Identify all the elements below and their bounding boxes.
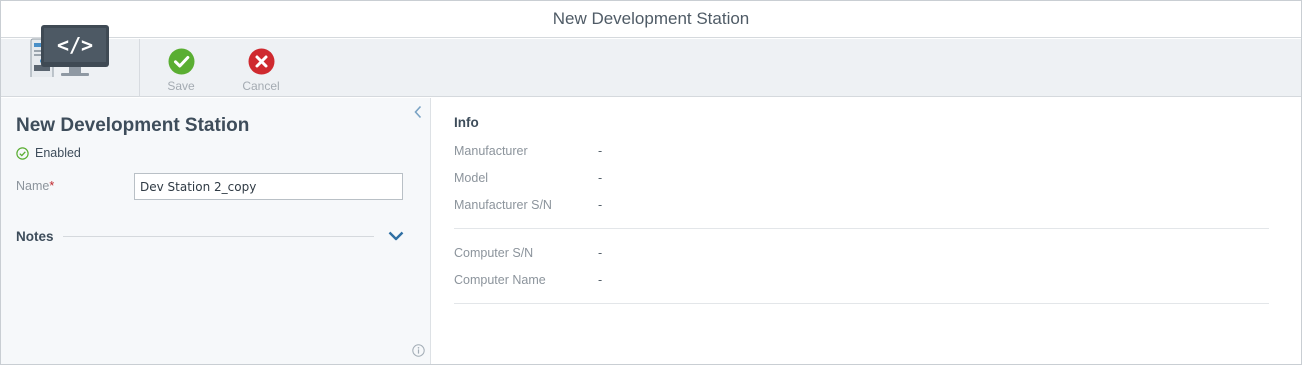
cancel-button[interactable]: Cancel	[231, 48, 291, 93]
status-text: Enabled	[35, 146, 81, 160]
x-circle-icon	[248, 48, 274, 75]
toolbar: </> Save Cancel	[1, 25, 1301, 97]
required-marker: *	[49, 179, 55, 193]
svg-text:</>: </>	[57, 33, 93, 57]
check-circle-outline-icon	[16, 146, 29, 160]
field-label: Manufacturer	[454, 144, 528, 158]
name-label: Name*	[16, 179, 54, 193]
field-label: Manufacturer S/N	[454, 198, 552, 212]
check-circle-icon	[168, 48, 194, 75]
field-value: -	[598, 144, 603, 158]
field-value: -	[598, 273, 603, 287]
window-title: New Development Station	[552, 9, 750, 28]
info-icon[interactable]	[412, 344, 425, 357]
notes-divider	[62, 235, 374, 237]
field-label: Model	[454, 171, 489, 185]
dev-station-icon: </>	[30, 25, 109, 77]
entity-title: New Development Station	[16, 115, 250, 136]
save-label: Save	[167, 79, 195, 93]
info-divider	[454, 228, 1269, 229]
chevron-left-icon[interactable]	[413, 105, 423, 119]
field-value: -	[598, 198, 603, 212]
name-input[interactable]	[134, 173, 403, 200]
field-label: Computer S/N	[454, 246, 534, 260]
details-panel: New Development Station Enabled Name* No…	[1, 98, 431, 364]
field-label: Computer Name	[454, 273, 546, 287]
notes-label: Notes	[16, 228, 54, 244]
chevron-down-icon[interactable]	[388, 231, 404, 241]
logo-area: </>	[1, 25, 140, 97]
info-panel: Info Manufacturer - Model - Manufacturer…	[432, 98, 1301, 364]
status-indicator: Enabled	[16, 146, 81, 160]
name-label-text: Name	[16, 179, 50, 193]
info-title: Info	[454, 115, 479, 130]
cancel-label: Cancel	[242, 79, 280, 93]
title-bar: New Development Station	[1, 1, 1301, 38]
field-value: -	[598, 246, 603, 260]
notes-section-header[interactable]: Notes	[16, 226, 406, 246]
field-value: -	[598, 171, 603, 185]
save-button[interactable]: Save	[151, 48, 211, 93]
info-divider	[454, 303, 1269, 304]
